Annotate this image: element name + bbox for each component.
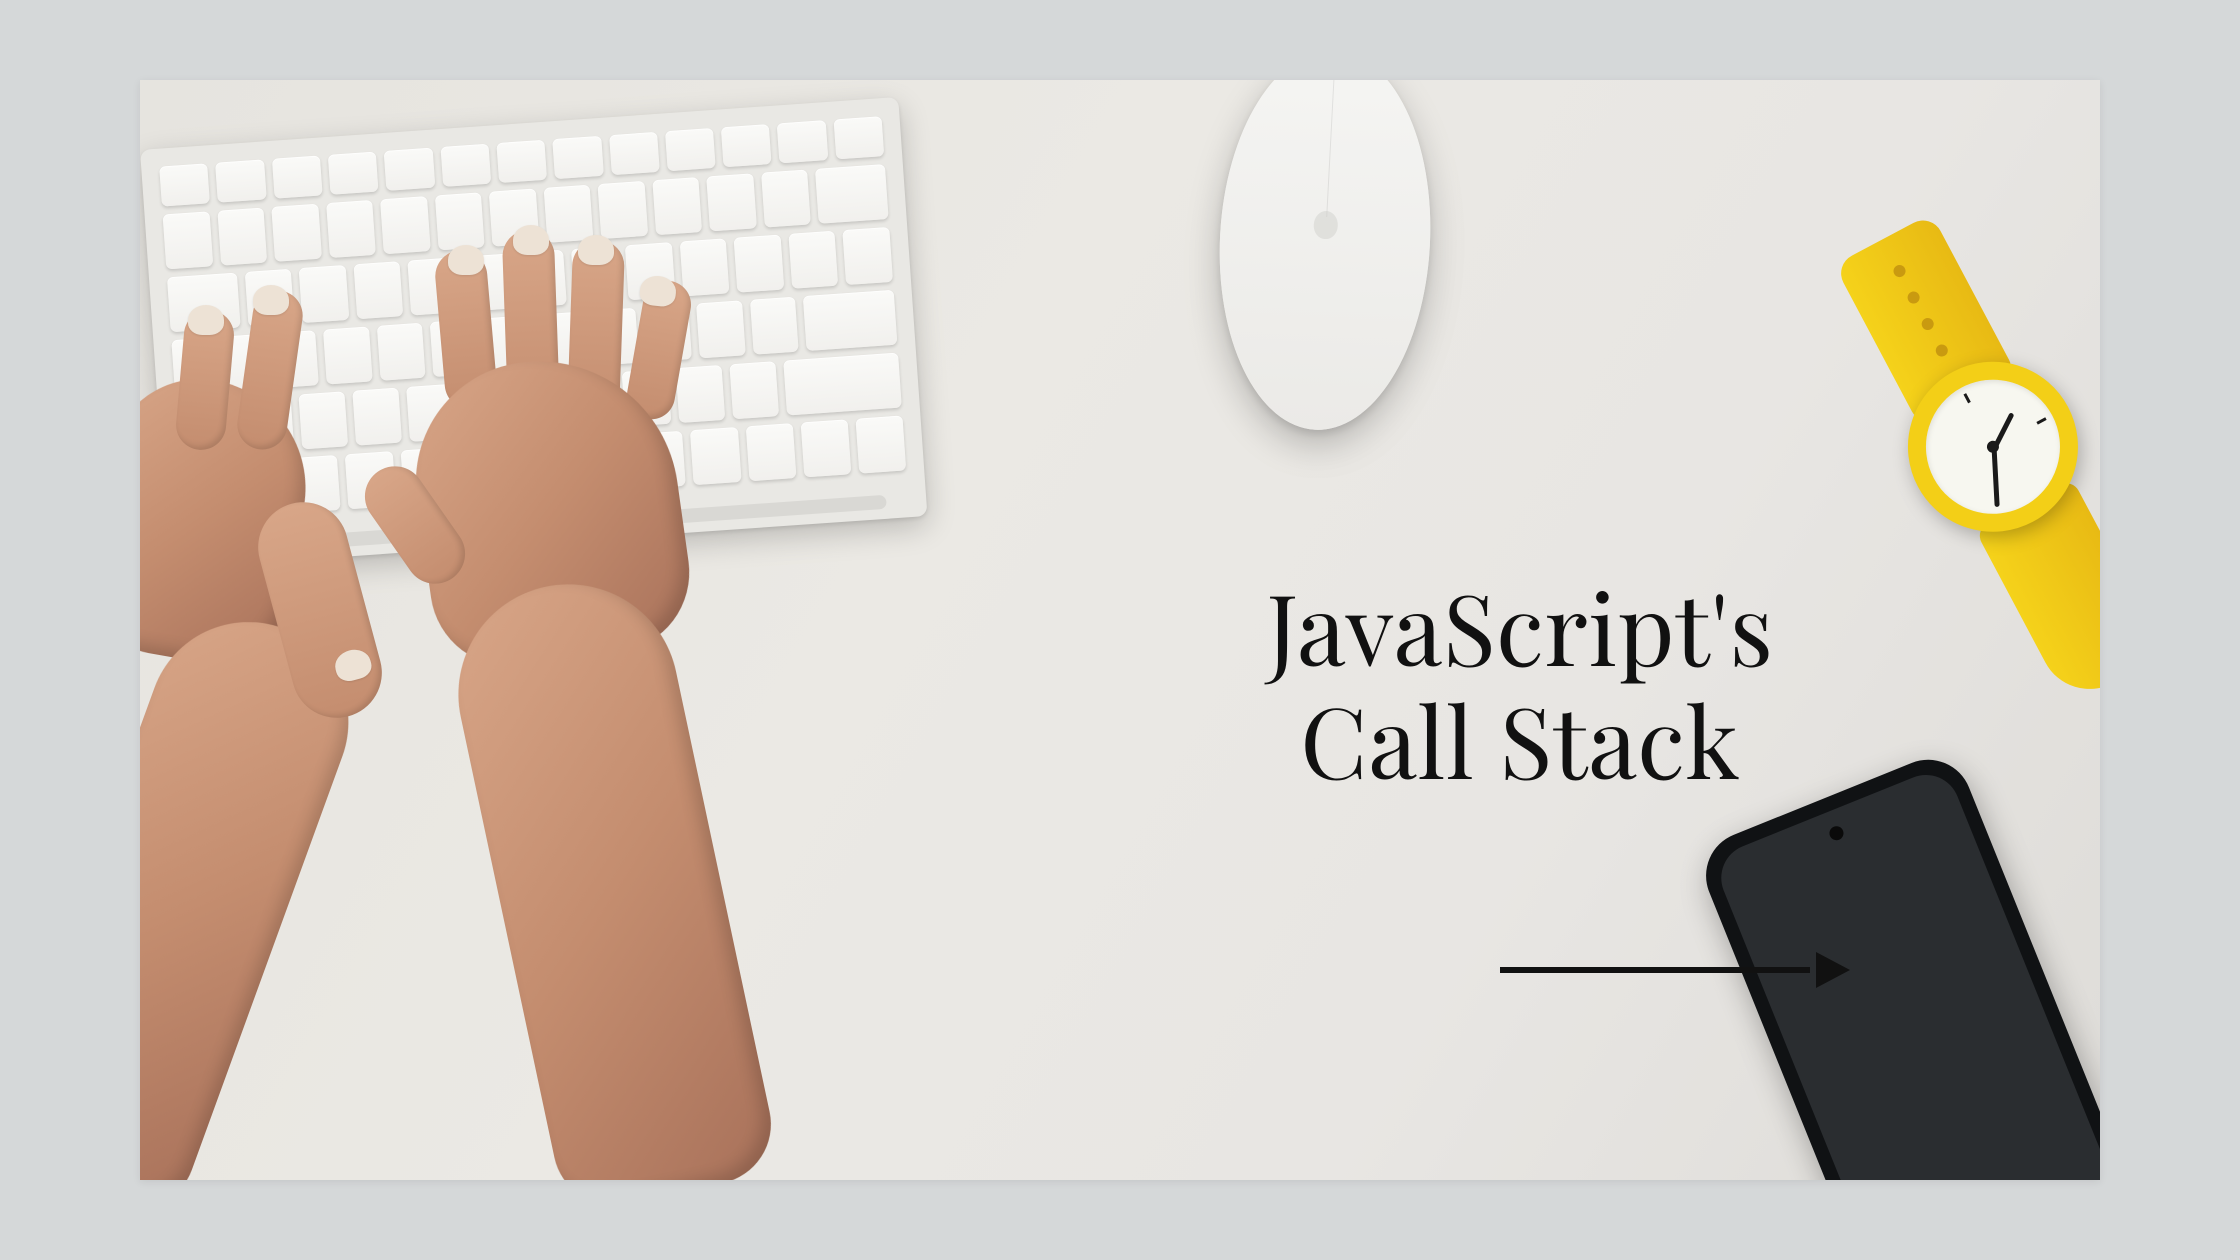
title-line-1: JavaScript's bbox=[1160, 570, 1880, 683]
slide-title: JavaScript's Call Stack bbox=[1160, 570, 1880, 795]
apple-logo-icon bbox=[1313, 210, 1338, 239]
mouse-illustration bbox=[1210, 80, 1440, 435]
title-line-2: Call Stack bbox=[1160, 683, 1880, 796]
slide-canvas: JavaScript's Call Stack bbox=[140, 80, 2100, 1180]
arrow-right-icon bbox=[1500, 950, 1850, 990]
